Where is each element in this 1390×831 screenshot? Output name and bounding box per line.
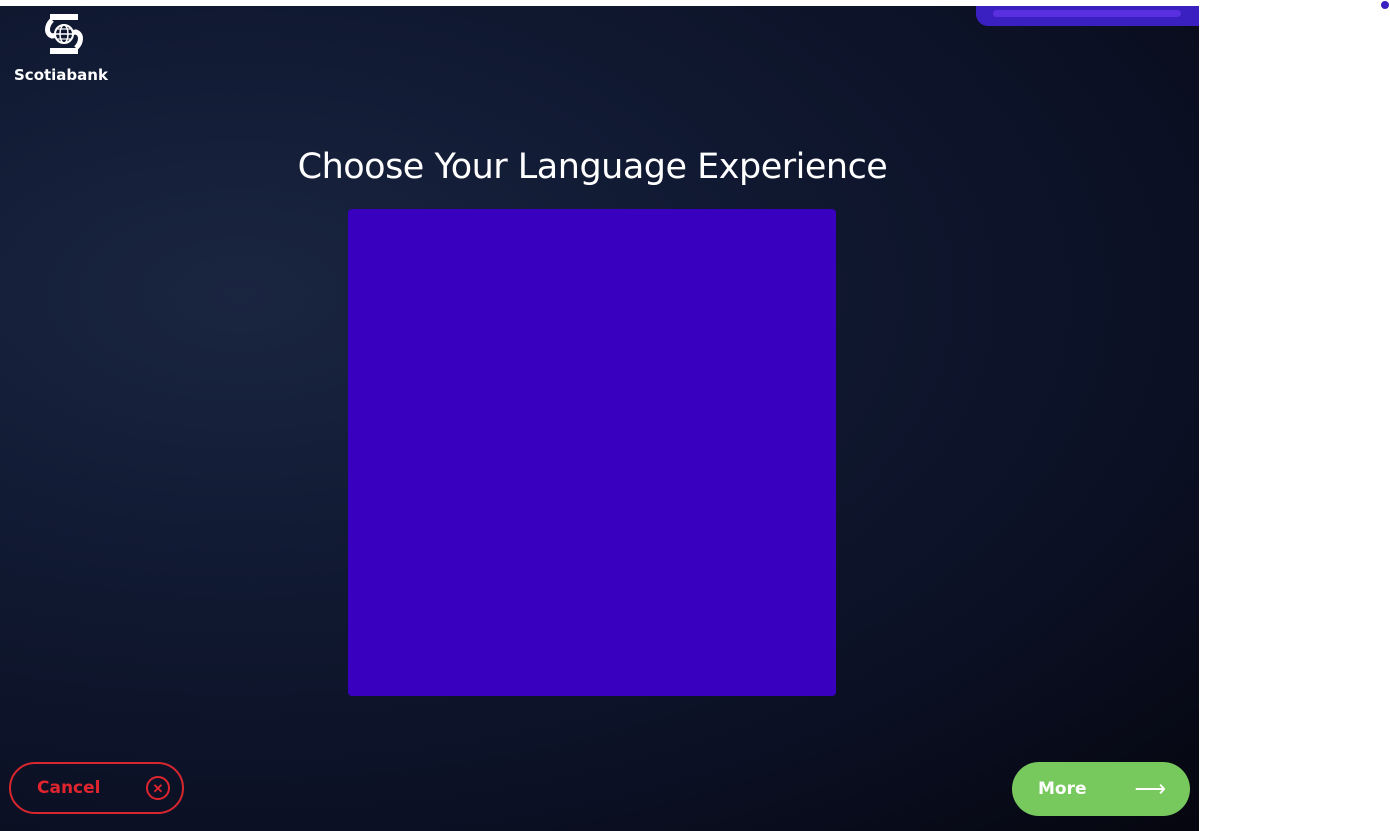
- brand-name: Scotiabank: [14, 66, 108, 84]
- arrow-right-icon: ⟶: [1134, 776, 1166, 801]
- kiosk-screen: Scotiabank Choose Your Language Experien…: [0, 6, 1199, 831]
- cancel-button-label: Cancel: [37, 778, 101, 798]
- page-title: Choose Your Language Experience: [297, 147, 888, 188]
- cancel-button[interactable]: Cancel ✕: [9, 762, 184, 814]
- more-button[interactable]: More ⟶: [1012, 762, 1190, 816]
- more-button-label: More: [1038, 779, 1087, 799]
- language-options-panel-redacted[interactable]: [348, 209, 836, 696]
- redacted-corner-dot: [1381, 1, 1389, 9]
- redacted-top-text: [993, 10, 1181, 17]
- brand-logo: Scotiabank: [12, 12, 116, 84]
- scotiabank-globe-logo-icon: [45, 14, 83, 54]
- close-circle-icon: ✕: [146, 776, 170, 800]
